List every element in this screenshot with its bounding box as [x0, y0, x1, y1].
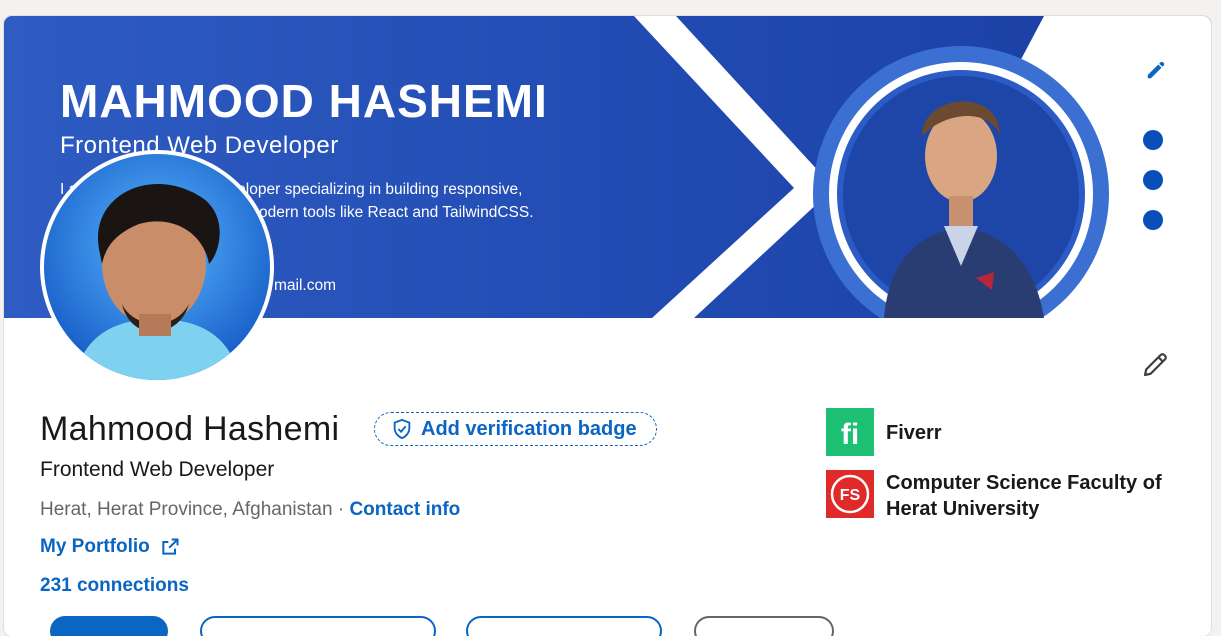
connections-link[interactable]: 231 connections [40, 575, 189, 597]
profile-name: Mahmood Hashemi [40, 410, 340, 448]
banner-title: MAHMOOD HASHEMI [60, 75, 548, 127]
profile-avatar[interactable] [40, 150, 274, 384]
org-fiverr[interactable]: fi Fiverr [826, 408, 1176, 456]
banner-dot [1143, 130, 1163, 150]
separator: · [332, 499, 350, 520]
location-text: Herat, Herat Province, Afghanistan [40, 499, 333, 520]
fiverr-logo-icon: fi [826, 408, 874, 456]
verify-label: Add verification badge [421, 417, 637, 440]
avatar-photo [44, 154, 270, 380]
svg-text:fi: fi [841, 418, 859, 451]
enhance-profile-button[interactable] [466, 616, 662, 636]
add-verification-badge-button[interactable]: Add verification badge [374, 412, 657, 446]
open-to-button[interactable] [50, 616, 168, 636]
contact-info-link[interactable]: Contact info [349, 499, 460, 520]
edit-banner-button[interactable] [1142, 56, 1170, 84]
pencil-icon [1147, 61, 1165, 79]
profile-location-row: Herat, Herat Province, Afghanistan · Con… [40, 499, 460, 521]
edit-icon [1143, 353, 1167, 377]
svg-text:FS: FS [840, 487, 861, 504]
org-name: Computer Science Faculty of Herat Univer… [886, 472, 1162, 520]
university-logo-icon: FS [826, 470, 874, 518]
banner-dot [1143, 210, 1163, 230]
banner-dot [1143, 170, 1163, 190]
banner-subtitle: Frontend Web Developer [60, 132, 339, 159]
portfolio-label: My Portfolio [40, 536, 150, 557]
profile-card: MAHMOOD HASHEMI Frontend Web Developer I… [4, 16, 1211, 636]
shield-check-icon [393, 418, 411, 440]
external-link-icon [162, 538, 179, 555]
org-csf-herat[interactable]: FS Computer Science Faculty of Herat Uni… [826, 470, 1176, 522]
banner-email: mail.com [274, 277, 337, 294]
profile-headline: Frontend Web Developer [40, 458, 275, 481]
edit-intro-button[interactable] [1138, 348, 1172, 382]
resources-button[interactable] [694, 616, 834, 636]
org-name: Fiverr [886, 422, 942, 444]
add-section-button[interactable] [200, 616, 436, 636]
portfolio-link[interactable]: My Portfolio [40, 536, 180, 558]
